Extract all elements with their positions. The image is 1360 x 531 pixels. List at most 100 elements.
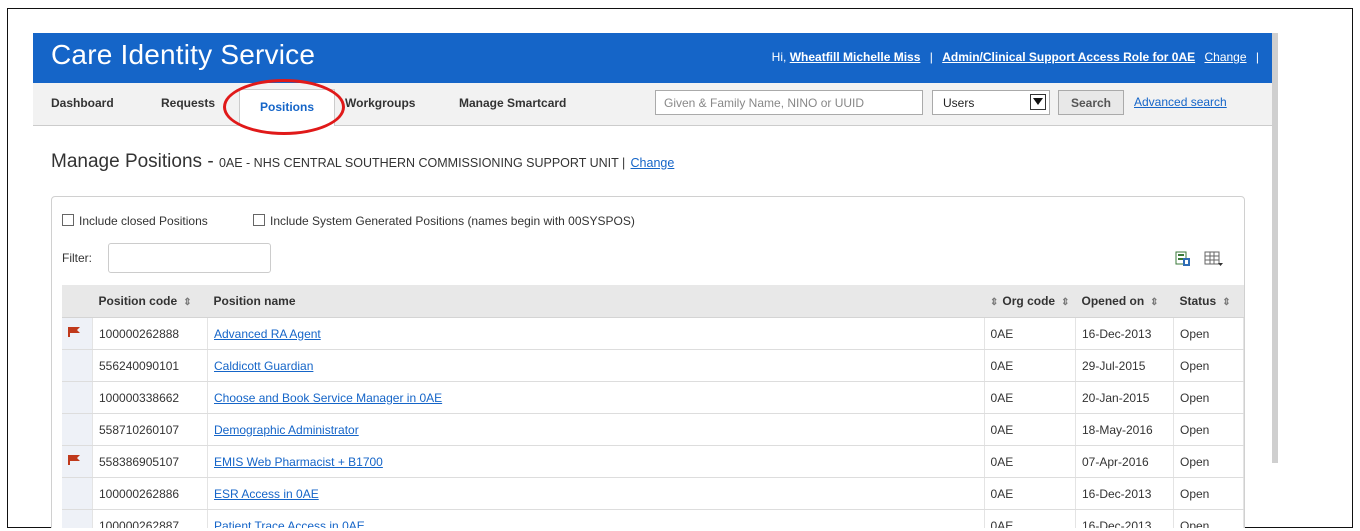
table-row[interactable]: 100000262887 Patient Trace Access in 0AE 0… [62,509,1244,529]
opened-on-cell: 20-Jan-2015 [1075,381,1174,414]
nav-positions[interactable]: Positions [239,89,335,126]
role-link[interactable]: Admin/Clinical Support Access Role for 0… [942,50,1195,64]
column-header-org-code[interactable]: ⇕ Org code ⇕ [984,285,1076,318]
page-title: Manage Positions - 0AE - NHS CENTRAL SOU… [51,151,674,173]
export-icon[interactable] [1175,251,1191,270]
table-row[interactable]: 100000338662 Choose and Book Service Mana… [62,381,1244,414]
flag-cell [62,381,93,414]
position-code-cell: 558710260107 [92,413,208,446]
flag-cell [62,509,93,528]
flag-cell [62,445,93,478]
nav-dashboard[interactable]: Dashboard [51,96,114,110]
status-cell: Open [1173,413,1244,446]
column-header-position-code[interactable]: Position code ⇕ [92,285,208,318]
filter-input[interactable] [108,243,271,273]
sort-icon[interactable]: ⇕ [990,297,998,308]
org-code-cell: 0AE [984,349,1077,382]
table-row[interactable]: 100000262886 ESR Access in 0AE 0AE 16-Dec-2… [62,477,1244,510]
search-button[interactable]: Search [1058,90,1124,115]
checkbox-box[interactable] [62,214,74,226]
status-cell: Open [1173,477,1244,510]
include-closed-checkbox[interactable]: Include closed Positions [62,214,208,228]
status-cell: Open [1173,509,1244,528]
change-role-link[interactable]: Change [1204,50,1246,64]
status-cell: Open [1173,381,1244,414]
table-row[interactable]: 558710260107 Demographic Administrator 0AE… [62,413,1244,446]
position-code-cell: 100000338662 [92,381,208,414]
dropdown-arrow-icon[interactable] [1030,94,1046,110]
page-title-text: Manage Positions [51,151,203,172]
positions-table: Position code ⇕ Position name ⇕ Org code ⇕ … [62,285,1244,528]
flag-cell [62,349,93,382]
checkbox-box[interactable] [253,214,265,226]
position-code-cell: 556240090101 [92,349,208,382]
position-name-cell[interactable]: Demographic Administrator [207,413,985,446]
user-name-link[interactable]: Wheatfill Michelle Miss [790,50,921,64]
org-code-cell: 0AE [984,445,1077,478]
position-name-link[interactable]: Advanced RA Agent [214,327,321,341]
flag-cell [62,317,93,350]
include-closed-label: Include closed Positions [79,214,208,228]
search-scope-value: Users [943,96,975,110]
position-name-cell[interactable]: ESR Access in 0AE [207,477,985,510]
nav-manage-smartcard[interactable]: Manage Smartcard [459,96,566,110]
opened-on-cell: 16-Dec-2013 [1075,509,1174,528]
search-input[interactable]: Given & Family Name, NINO or UUID [655,90,923,115]
position-name-cell[interactable]: Choose and Book Service Manager in 0AE [207,381,985,414]
table-row[interactable]: 100000262888 Advanced RA Agent 0AE 16-Dec-2… [62,317,1244,350]
nav-workgroups[interactable]: Workgroups [345,96,415,110]
change-org-link[interactable]: Change [631,156,675,170]
position-name-cell[interactable]: EMIS Web Pharmacist + B1700 [207,445,985,478]
column-header-status[interactable]: Status ⇕ [1173,285,1244,318]
opened-on-cell: 16-Dec-2013 [1075,317,1174,350]
table-header-row: Position code ⇕ Position name ⇕ Org code ⇕ … [62,285,1244,318]
position-name-cell[interactable]: Caldicott Guardian [207,349,985,382]
position-name-link[interactable]: Patient Trace Access in 0AE [214,519,365,529]
search-scope-select[interactable]: Users [932,90,1050,115]
flag-icon [68,327,82,341]
table-row[interactable]: 556240090101 Caldicott Guardian 0AE 29-Jul-… [62,349,1244,382]
column-header-label: Position code [98,294,178,308]
advanced-search-link[interactable]: Advanced search [1134,95,1227,109]
position-code-cell: 100000262887 [92,509,208,528]
column-header-label: Status [1179,294,1217,308]
filter-label: Filter: [62,251,92,265]
flag-column-header [62,285,93,318]
column-header-opened-on[interactable]: Opened on ⇕ [1075,285,1174,318]
table-row[interactable]: 558386905107 EMIS Web Pharmacist + B1700 0… [62,445,1244,478]
position-code-cell: 100000262888 [92,317,208,350]
brand-title: Care Identity Service [51,39,316,70]
opened-on-cell: 07-Apr-2016 [1075,445,1174,478]
nav-requests[interactable]: Requests [161,96,215,110]
sort-icon[interactable]: ⇕ [1222,297,1230,308]
position-name-link[interactable]: ESR Access in 0AE [214,487,319,501]
separator: | [1255,50,1259,64]
status-cell: Open [1173,349,1244,382]
app-window: Care Identity Service Hi, Wheatfill Mich… [33,33,1273,528]
opened-on-cell: 29-Jul-2015 [1075,349,1174,382]
position-code-cell: 558386905107 [92,445,208,478]
org-code-cell: 0AE [984,381,1077,414]
positions-panel: Include closed Positions Include System … [51,196,1245,528]
sort-icon[interactable]: ⇕ [183,297,191,308]
include-system-label: Include System Generated Positions (name… [270,214,635,228]
position-name-link[interactable]: Caldicott Guardian [214,359,313,373]
flag-cell [62,477,93,510]
page-scrollbar[interactable] [1272,33,1278,463]
opened-on-cell: 18-May-2016 [1075,413,1174,446]
position-name-link[interactable]: Demographic Administrator [214,423,359,437]
column-header-position-name[interactable]: Position name [207,285,985,318]
sort-icon[interactable]: ⇕ [1150,297,1158,308]
sort-icon[interactable]: ⇕ [1061,297,1069,308]
position-name-link[interactable]: Choose and Book Service Manager in 0AE [214,391,442,405]
top-banner: Care Identity Service Hi, Wheatfill Mich… [33,33,1273,83]
org-name: 0AE - NHS CENTRAL SOUTHERN COMMISSIONING… [218,156,626,170]
include-system-checkbox[interactable]: Include System Generated Positions (name… [253,214,635,228]
position-name-cell[interactable]: Patient Trace Access in 0AE [207,509,985,529]
user-bar: Hi, Wheatfill Michelle Miss | Admin/Clin… [772,50,1265,64]
position-name-cell[interactable]: Advanced RA Agent [207,317,985,350]
columns-icon[interactable] [1204,251,1224,270]
position-name-link[interactable]: EMIS Web Pharmacist + B1700 [214,455,383,469]
title-dash: - [202,151,219,172]
org-code-cell: 0AE [984,477,1077,510]
